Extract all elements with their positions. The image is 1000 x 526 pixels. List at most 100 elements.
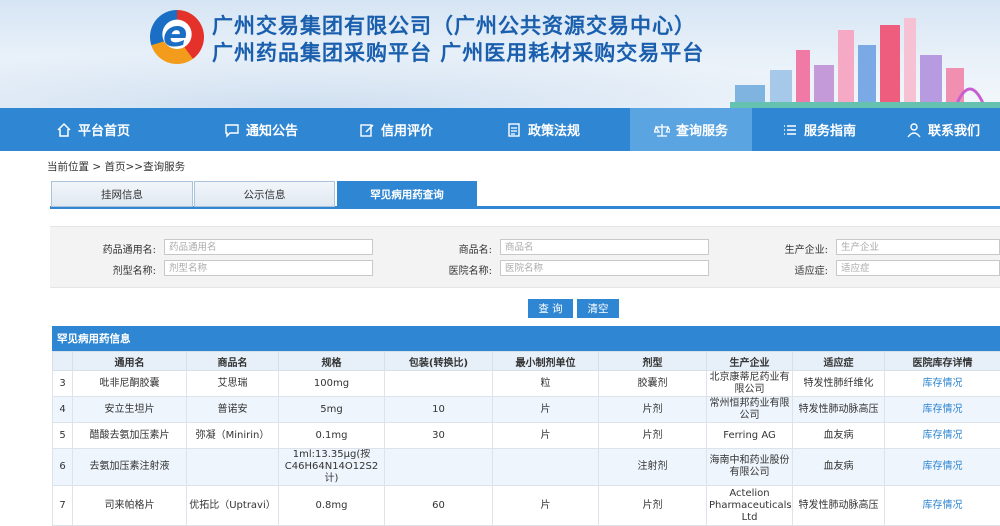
cell-stock-details: 库存情况 <box>885 371 1000 397</box>
cell-manufacturer: 北京康蒂尼药业有限公司 <box>707 371 793 397</box>
nav-label: 通知公告 <box>246 120 298 139</box>
nav-home[interactable]: 平台首页 <box>0 108 186 151</box>
cell-trade-name: 艾思瑞 <box>187 371 279 397</box>
cell-generic-name: 去氨加压素注射液 <box>73 449 187 486</box>
cell-spec: 100mg <box>279 371 385 397</box>
table-row: 5 醋酸去氨加压素片 弥凝（Minirin） 0.1mg 30 片 片剂 Fer… <box>53 423 1000 449</box>
search-form: 药品通用名: 剂型名称: 商品名: 医院名称: 生产企业: 适应症: <box>50 226 1000 288</box>
nav-label: 联系我们 <box>928 120 980 139</box>
document-icon <box>506 122 522 138</box>
cell-indication: 特发性肺纤维化 <box>793 371 885 397</box>
dosage-form-label: 剂型名称: <box>90 262 156 277</box>
scale-icon <box>654 122 670 138</box>
col-header-package: 包装(转换比) <box>385 352 493 371</box>
col-header-indication: 适应症 <box>793 352 885 371</box>
cell-package: 10 <box>385 397 493 423</box>
drug-name-label: 药品通用名: <box>90 241 156 256</box>
logo-letter: e <box>163 14 187 55</box>
cell-package <box>385 371 493 397</box>
cell-indication: 特发性肺动脉高压 <box>793 397 885 423</box>
manufacturer-input[interactable] <box>836 239 1000 255</box>
nav-label: 政策法规 <box>528 120 580 139</box>
cell-stock-details: 库存情况 <box>885 486 1000 526</box>
nav-notices[interactable]: 通知公告 <box>186 108 336 151</box>
stock-link[interactable]: 库存情况 <box>923 461 963 472</box>
cell-manufacturer: 常州恒邦药业有限公司 <box>707 397 793 423</box>
cell-spec: 0.1mg <box>279 423 385 449</box>
breadcrumb: 当前位置 > 首页>>查询服务 <box>47 159 185 174</box>
nav-policy[interactable]: 政策法规 <box>456 108 630 151</box>
main-nav: 平台首页 通知公告 信用评价 政策法规 查询服务 服务指南 联系我们 <box>0 108 1000 151</box>
nav-label: 服务指南 <box>804 120 856 139</box>
cell-trade-name <box>187 449 279 486</box>
table-title: 罕见病用药信息 <box>52 326 1000 351</box>
header-banner: e 广州交易集团有限公司（广州公共资源交易中心） 广州药品集团采购平台 广州医用… <box>0 0 1000 108</box>
cell-spec: 5mg <box>279 397 385 423</box>
cell-manufacturer: 海南中和药业股份有限公司 <box>707 449 793 486</box>
stock-link[interactable]: 库存情况 <box>923 378 963 389</box>
cell-stock-details: 库存情况 <box>885 449 1000 486</box>
cell-indication: 血友病 <box>793 423 885 449</box>
cell-dosage-form: 注射剂 <box>599 449 707 486</box>
cell-index: 7 <box>53 486 73 526</box>
cell-indication: 血友病 <box>793 449 885 486</box>
site-title-line1: 广州交易集团有限公司（广州公共资源交易中心） <box>212 10 696 40</box>
table-row: 4 安立生坦片 普诺安 5mg 10 片 片剂 常州恒邦药业有限公司 特发性肺动… <box>53 397 1000 423</box>
col-header-min-unit: 最小制剂单位 <box>493 352 599 371</box>
platform-logo[interactable]: e <box>150 10 204 64</box>
manufacturer-label: 生产企业: <box>766 241 828 256</box>
trade-name-input[interactable] <box>500 239 709 255</box>
trade-name-label: 商品名: <box>430 241 492 256</box>
indication-input[interactable] <box>836 260 1000 276</box>
city-skyline-illustration <box>730 10 1000 108</box>
col-header-dosage-form: 剂型 <box>599 352 707 371</box>
clear-button[interactable]: 清空 <box>577 299 619 318</box>
table-row: 6 去氨加压素注射液 1ml:13.35μg(按C46H64N14O12S2计)… <box>53 449 1000 486</box>
table-row: 3 吡非尼酮胶囊 艾思瑞 100mg 粒 胶囊剂 北京康蒂尼药业有限公司 特发性… <box>53 371 1000 397</box>
nav-query-service[interactable]: 查询服务 <box>630 108 752 151</box>
nav-credit[interactable]: 信用评价 <box>336 108 456 151</box>
stock-link[interactable]: 库存情况 <box>923 500 963 511</box>
stock-link[interactable]: 库存情况 <box>923 430 963 441</box>
cell-generic-name: 醋酸去氨加压素片 <box>73 423 187 449</box>
table-header-row: 通用名 商品名 规格 包装(转换比) 最小制剂单位 剂型 生产企业 适应症 医院… <box>53 352 1000 371</box>
rare-disease-drug-table: 通用名 商品名 规格 包装(转换比) 最小制剂单位 剂型 生产企业 适应症 医院… <box>52 351 1000 526</box>
stock-link[interactable]: 库存情况 <box>923 404 963 415</box>
col-header-stock-details: 医院库存详情 <box>885 352 1000 371</box>
cell-min-unit <box>493 449 599 486</box>
cell-generic-name: 安立生坦片 <box>73 397 187 423</box>
nav-contact[interactable]: 联系我们 <box>886 108 1000 151</box>
tab-bar: 挂网信息 公示信息 罕见病用药查询 <box>50 181 1000 209</box>
cell-trade-name: 弥凝（Minirin） <box>187 423 279 449</box>
tab-rare-disease-query[interactable]: 罕见病用药查询 <box>337 181 477 207</box>
cell-stock-details: 库存情况 <box>885 397 1000 423</box>
cell-index: 5 <box>53 423 73 449</box>
nav-label: 信用评价 <box>381 120 433 139</box>
cell-generic-name: 司来帕格片 <box>73 486 187 526</box>
cell-trade-name: 优拓比（Uptravi） <box>187 486 279 526</box>
dosage-form-input[interactable] <box>164 260 373 276</box>
cell-package: 60 <box>385 486 493 526</box>
site-title-line2: 广州药品集团采购平台 广州医用耗材采购交易平台 <box>212 37 704 67</box>
edit-icon <box>359 122 375 138</box>
cell-min-unit: 片 <box>493 486 599 526</box>
col-header-index <box>53 352 73 371</box>
query-button[interactable]: 查 询 <box>528 299 573 318</box>
cell-dosage-form: 片剂 <box>599 486 707 526</box>
cell-trade-name: 普诺安 <box>187 397 279 423</box>
nav-service-guide[interactable]: 服务指南 <box>752 108 886 151</box>
chat-icon <box>224 122 240 138</box>
indication-label: 适应症: <box>766 262 828 277</box>
cell-manufacturer: Ferring AG <box>707 423 793 449</box>
table-row: 7 司来帕格片 优拓比（Uptravi） 0.8mg 60 片 片剂 Actel… <box>53 486 1000 526</box>
cell-package: 30 <box>385 423 493 449</box>
list-icon <box>782 122 798 138</box>
cell-dosage-form: 胶囊剂 <box>599 371 707 397</box>
drug-name-input[interactable] <box>164 239 373 255</box>
tab-public-notice[interactable]: 公示信息 <box>194 181 335 207</box>
cell-min-unit: 片 <box>493 423 599 449</box>
tab-listing-info[interactable]: 挂网信息 <box>51 181 193 207</box>
hospital-name-input[interactable] <box>500 260 709 276</box>
cell-dosage-form: 片剂 <box>599 397 707 423</box>
nav-label: 平台首页 <box>78 120 130 139</box>
